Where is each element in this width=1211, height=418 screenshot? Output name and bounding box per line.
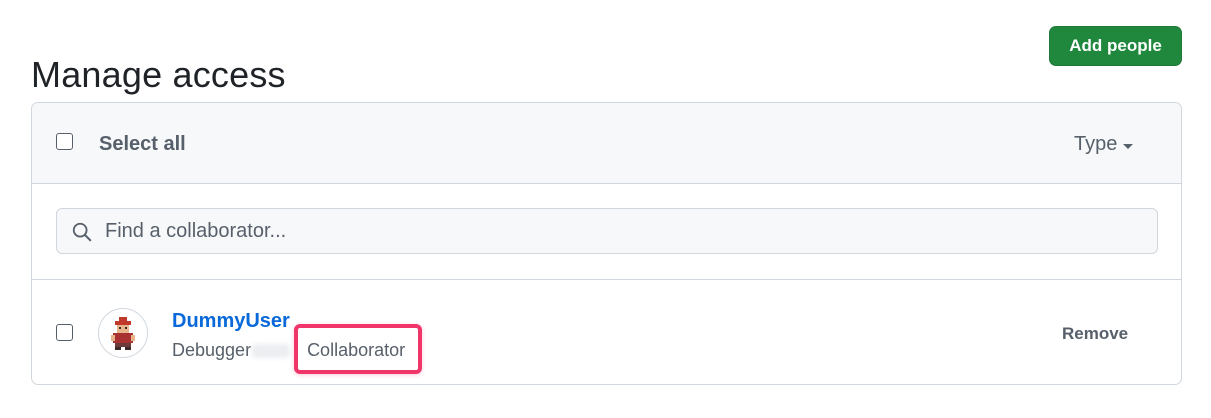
redacted-text — [252, 343, 291, 358]
member-subline: Debugger Collaborator — [172, 340, 417, 361]
search-box[interactable] — [56, 208, 1158, 254]
caret-down-icon — [1123, 143, 1134, 149]
search-input[interactable] — [105, 209, 1145, 253]
remove-button[interactable]: Remove — [1062, 324, 1128, 344]
list-item: DummyUser Debugger Collaborator Remove — [32, 280, 1181, 384]
list-header: Select all Type — [32, 103, 1181, 184]
type-filter-dropdown[interactable]: Type — [1074, 133, 1134, 156]
member-username-link[interactable]: DummyUser — [172, 310, 290, 333]
pixel-avatar-icon — [111, 317, 135, 350]
select-all-checkbox[interactable] — [56, 133, 73, 150]
member-checkbox[interactable] — [56, 324, 73, 341]
member-display-name: Debugger — [172, 340, 252, 360]
search-section — [32, 184, 1181, 280]
member-role: Collaborator — [307, 340, 406, 360]
page-title: Manage access — [31, 54, 286, 96]
avatar[interactable] — [98, 308, 148, 358]
collaborators-panel: Select all Type Find a collaborator... D… — [31, 102, 1182, 385]
search-icon — [72, 222, 92, 242]
add-people-button[interactable]: Add people — [1049, 26, 1182, 66]
select-all-label: Select all — [99, 133, 186, 155]
type-filter-label: Type — [1074, 133, 1118, 155]
